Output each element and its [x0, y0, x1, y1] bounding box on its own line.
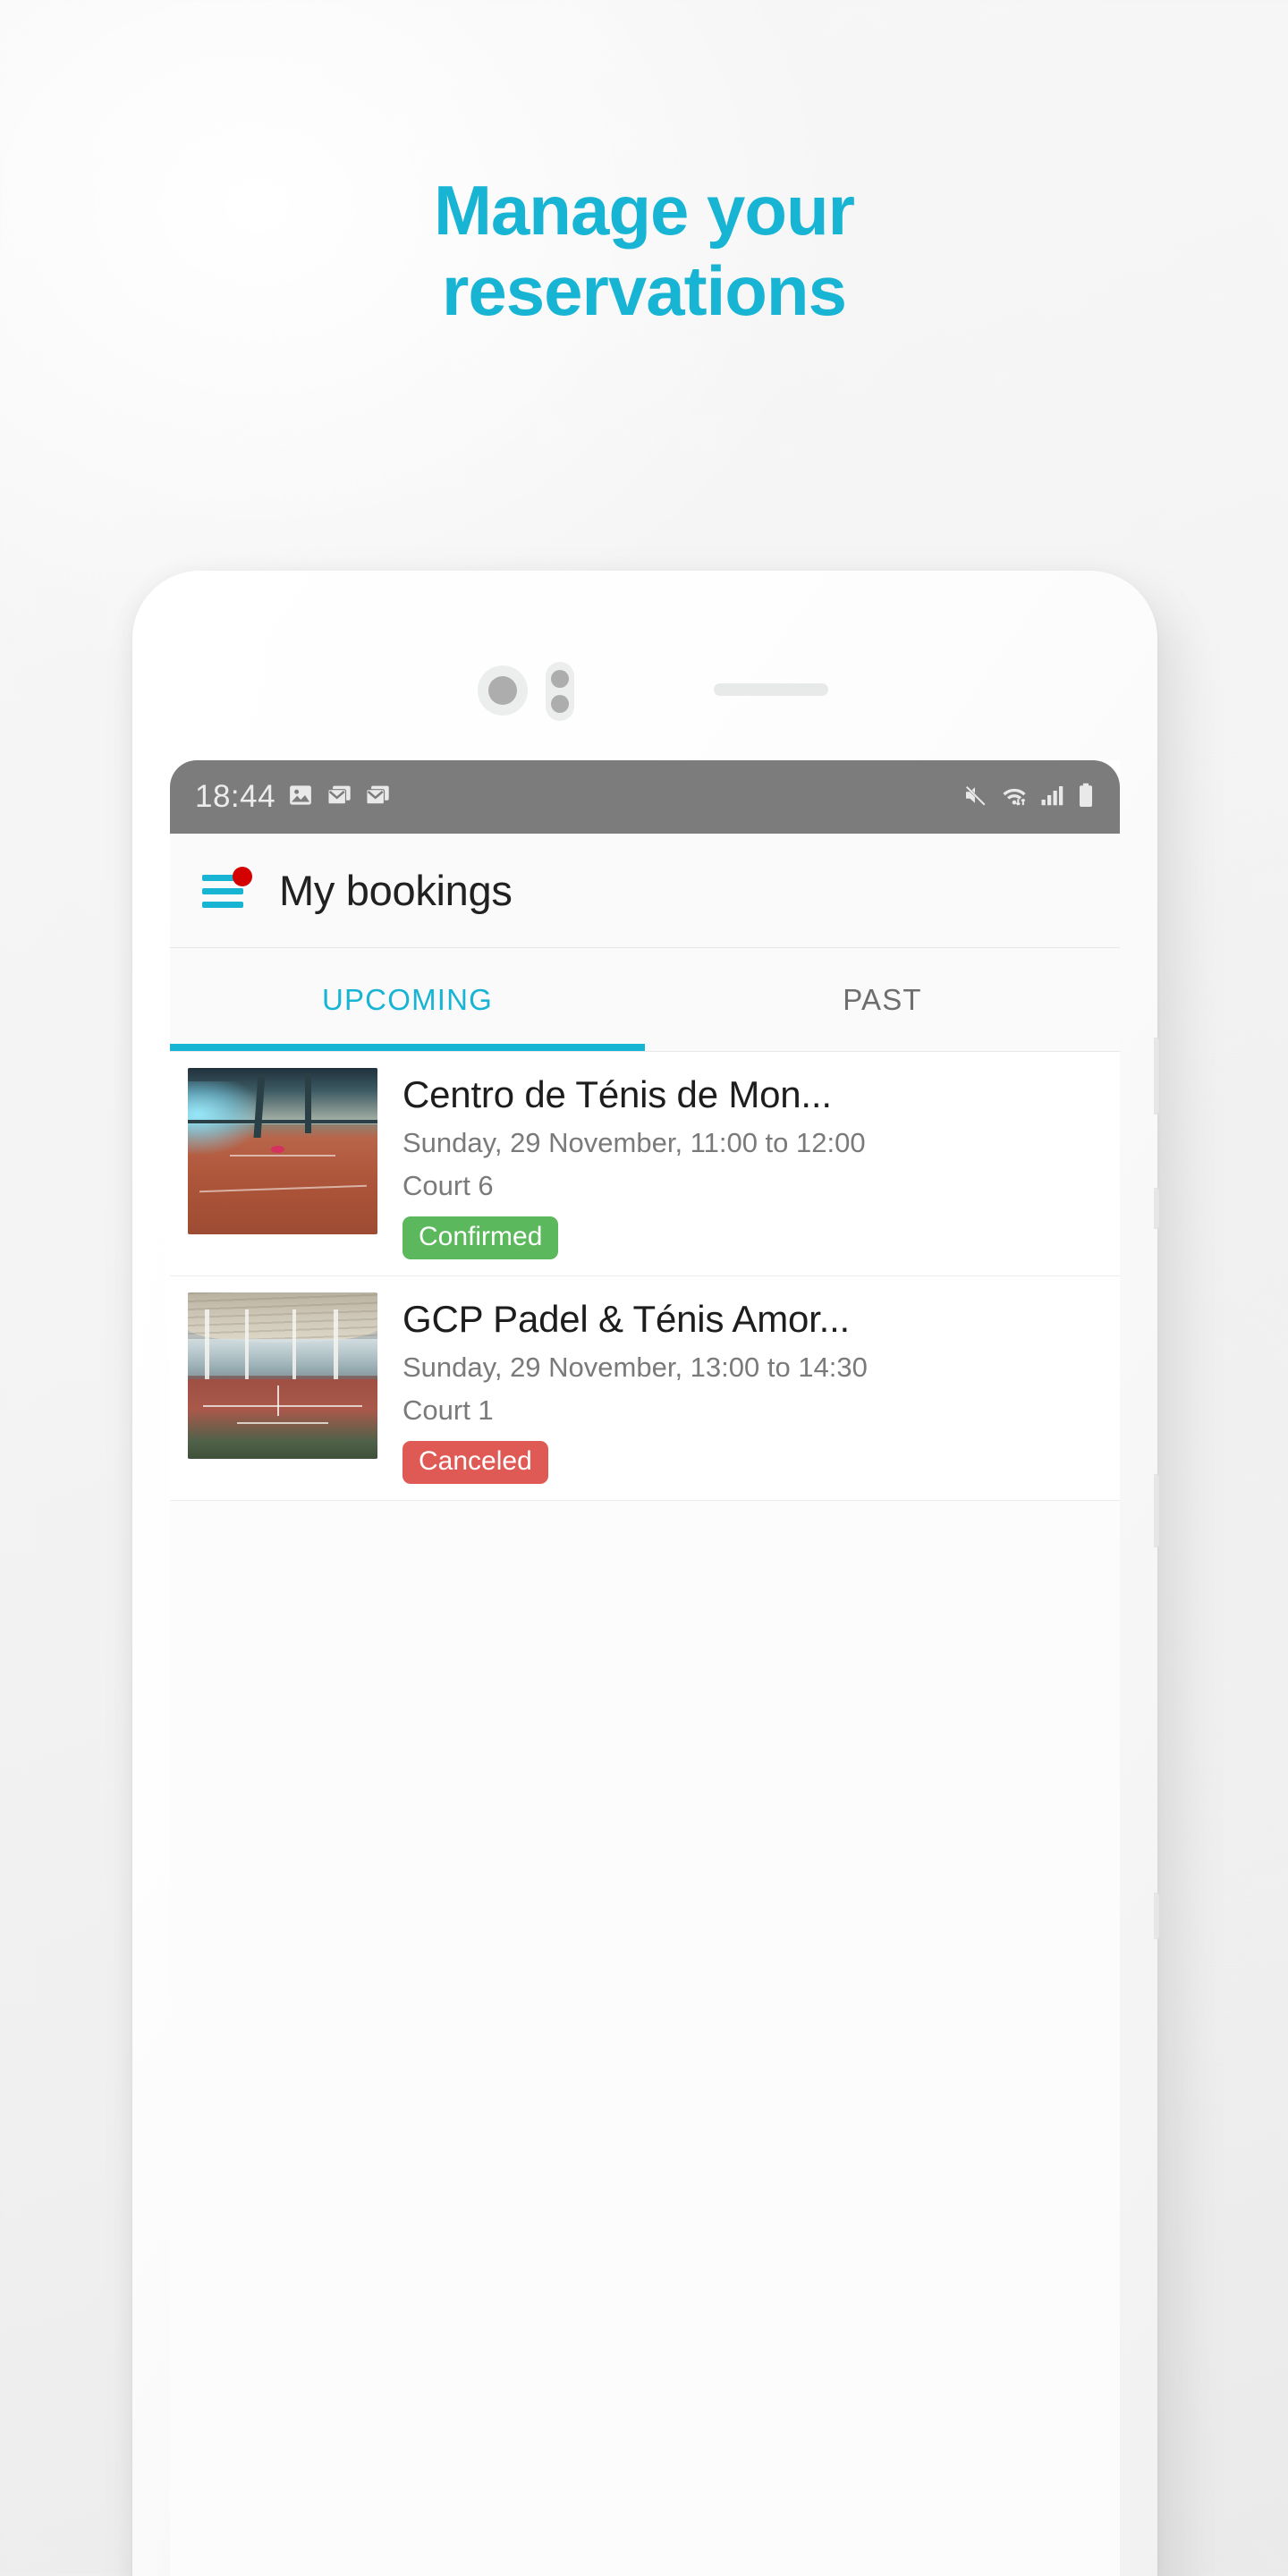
- mail-icon: [364, 782, 391, 813]
- page-headline: Manage your reservations: [0, 170, 1288, 332]
- court-line: [229, 1154, 336, 1157]
- booking-venue-title: Centro de Ténis de Mon...: [402, 1073, 832, 1115]
- volume-up-button[interactable]: [1154, 1038, 1160, 1114]
- proximity-sensor-icon: [546, 662, 574, 721]
- mail-icon: [326, 782, 352, 813]
- earpiece-speaker: [714, 683, 828, 696]
- notification-badge-dot: [233, 866, 252, 886]
- court-post: [205, 1309, 209, 1379]
- booking-list-item[interactable]: GCP Padel & Ténis Amor... Sunday, 29 Nov…: [170, 1276, 1120, 1501]
- court-window-glow: [188, 1080, 264, 1155]
- volume-mute-icon: [962, 782, 988, 813]
- court-marker: [271, 1146, 285, 1153]
- court-glass-wall: [188, 1339, 377, 1376]
- power-button[interactable]: [1154, 1474, 1160, 1547]
- status-bar-left: 18:44: [195, 779, 391, 815]
- app-bar: My bookings: [170, 834, 1120, 948]
- headline-line-2: reservations: [442, 251, 847, 331]
- volume-down-button[interactable]: [1154, 1188, 1160, 1229]
- phone-mockup: 18:44 My bookings UPCOMING PAST Centro d…: [132, 571, 1160, 2576]
- booking-datetime: Sunday, 29 November, 13:00 to 14:30: [402, 1352, 868, 1383]
- wifi-icon: [1000, 782, 1029, 813]
- court-post: [244, 1309, 250, 1379]
- cell-signal-icon: [1040, 782, 1065, 813]
- hamburger-menu-icon[interactable]: [202, 866, 252, 911]
- status-bar-clock: 18:44: [195, 779, 276, 814]
- assistant-button[interactable]: [1154, 1893, 1160, 1939]
- court-line: [199, 1184, 367, 1193]
- indoor-clay-court-photo: [188, 1068, 377, 1234]
- venue-thumbnail: [188, 1068, 377, 1234]
- tab-upcoming[interactable]: UPCOMING: [170, 948, 645, 1051]
- headline-line-1: Manage your: [433, 171, 855, 250]
- booking-court: Court 1: [402, 1394, 494, 1426]
- page-title: My bookings: [279, 867, 513, 914]
- tab-bar: UPCOMING PAST: [170, 948, 1120, 1052]
- court-post: [292, 1309, 297, 1379]
- battery-icon: [1077, 782, 1095, 813]
- status-bar: 18:44: [170, 760, 1120, 834]
- empty-list-area: [170, 1501, 1120, 2576]
- bookings-list: Centro de Ténis de Mon... Sunday, 29 Nov…: [170, 1052, 1120, 1501]
- covered-hard-court-photo: [188, 1292, 377, 1459]
- booking-list-item[interactable]: Centro de Ténis de Mon... Sunday, 29 Nov…: [170, 1052, 1120, 1276]
- court-vault-roof: [188, 1292, 377, 1343]
- hamburger-line-3: [202, 901, 243, 908]
- court-line: [202, 1405, 363, 1408]
- image-icon: [287, 782, 314, 813]
- venue-thumbnail: [188, 1292, 377, 1459]
- phone-screen: 18:44 My bookings UPCOMING PAST Centro d…: [170, 760, 1120, 2576]
- court-beam: [305, 1072, 311, 1133]
- tab-past[interactable]: PAST: [645, 948, 1120, 1051]
- front-camera-icon: [478, 665, 528, 716]
- status-badge: Canceled: [402, 1441, 548, 1484]
- court-post: [334, 1309, 338, 1379]
- camera-lens: [488, 676, 517, 705]
- status-badge: Confirmed: [402, 1216, 559, 1259]
- booking-court: Court 6: [402, 1170, 494, 1201]
- booking-datetime: Sunday, 29 November, 11:00 to 12:00: [402, 1127, 866, 1158]
- court-vault-ribs: [188, 1292, 377, 1343]
- court-net-line: [276, 1385, 279, 1416]
- court-surface: [188, 1378, 377, 1459]
- status-bar-right: [962, 782, 1095, 813]
- court-line: [237, 1422, 328, 1425]
- hamburger-line-2: [202, 887, 243, 894]
- court-beam: [188, 1119, 377, 1124]
- sensor-dot-bottom: [551, 695, 569, 713]
- booking-details: Centro de Ténis de Mon... Sunday, 29 Nov…: [377, 1068, 1120, 1259]
- booking-venue-title: GCP Padel & Ténis Amor...: [402, 1298, 851, 1340]
- tab-active-indicator: [170, 1044, 645, 1051]
- booking-details: GCP Padel & Ténis Amor... Sunday, 29 Nov…: [377, 1292, 1120, 1484]
- sensor-dot-top: [551, 670, 569, 688]
